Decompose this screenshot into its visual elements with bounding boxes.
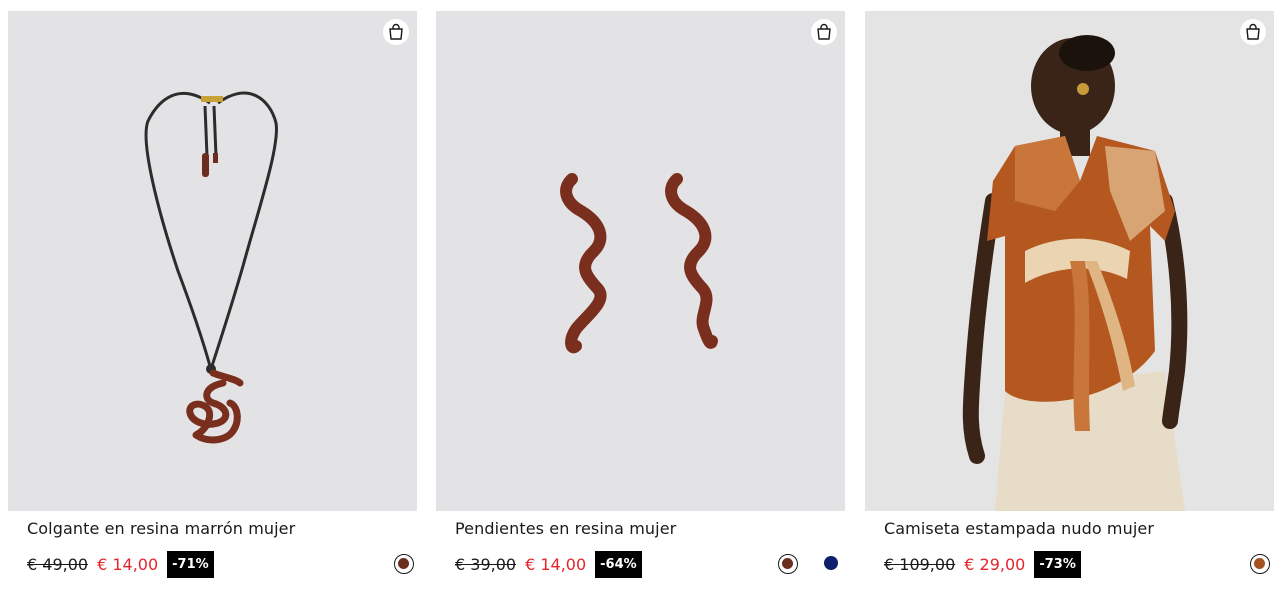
product-card[interactable]: Colgante en resina marrón mujer € 49,00 … <box>8 11 417 578</box>
earrings-image <box>560 173 718 354</box>
swatch-color-dot <box>782 558 793 569</box>
original-price: € 109,00 <box>884 555 956 574</box>
sale-price: € 29,00 <box>964 555 1026 574</box>
price-row: € 39,00 € 14,00 -64% <box>455 551 642 578</box>
add-to-bag-button[interactable] <box>1240 19 1266 45</box>
sale-price: € 14,00 <box>97 555 159 574</box>
product-name[interactable]: Camiseta estampada nudo mujer <box>884 519 1154 538</box>
swatch-color-dot <box>398 558 409 569</box>
discount-badge: -73% <box>1034 551 1081 578</box>
add-to-bag-button[interactable] <box>383 19 409 45</box>
product-image[interactable] <box>436 11 845 511</box>
color-swatch-brown[interactable] <box>778 554 798 574</box>
necklace-image <box>144 91 278 444</box>
shopping-bag-icon <box>389 23 403 40</box>
color-swatch-brown[interactable] <box>394 554 414 574</box>
swatch-color-dot <box>1254 558 1265 569</box>
shopping-bag-icon <box>1246 23 1260 40</box>
shopping-bag-icon <box>817 23 831 40</box>
product-card[interactable]: Pendientes en resina mujer € 39,00 € 14,… <box>436 11 845 578</box>
product-card[interactable]: Camiseta estampada nudo mujer € 109,00 €… <box>865 11 1274 578</box>
product-name[interactable]: Colgante en resina marrón mujer <box>27 519 295 538</box>
product-image[interactable] <box>8 11 417 511</box>
product-image[interactable] <box>865 11 1274 511</box>
price-row: € 109,00 € 29,00 -73% <box>884 551 1081 578</box>
discount-badge: -71% <box>167 551 214 578</box>
product-grid: Colgante en resina marrón mujer € 49,00 … <box>0 0 1280 589</box>
price-row: € 49,00 € 14,00 -71% <box>27 551 214 578</box>
model-photo <box>962 35 1188 511</box>
add-to-bag-button[interactable] <box>811 19 837 45</box>
sale-price: € 14,00 <box>525 555 587 574</box>
original-price: € 39,00 <box>455 555 517 574</box>
swatch-color-dot <box>824 556 838 570</box>
color-swatch-rust[interactable] <box>1250 554 1270 574</box>
discount-badge: -64% <box>595 551 642 578</box>
product-name[interactable]: Pendientes en resina mujer <box>455 519 676 538</box>
original-price: € 49,00 <box>27 555 89 574</box>
color-swatch-navy[interactable] <box>822 554 842 574</box>
